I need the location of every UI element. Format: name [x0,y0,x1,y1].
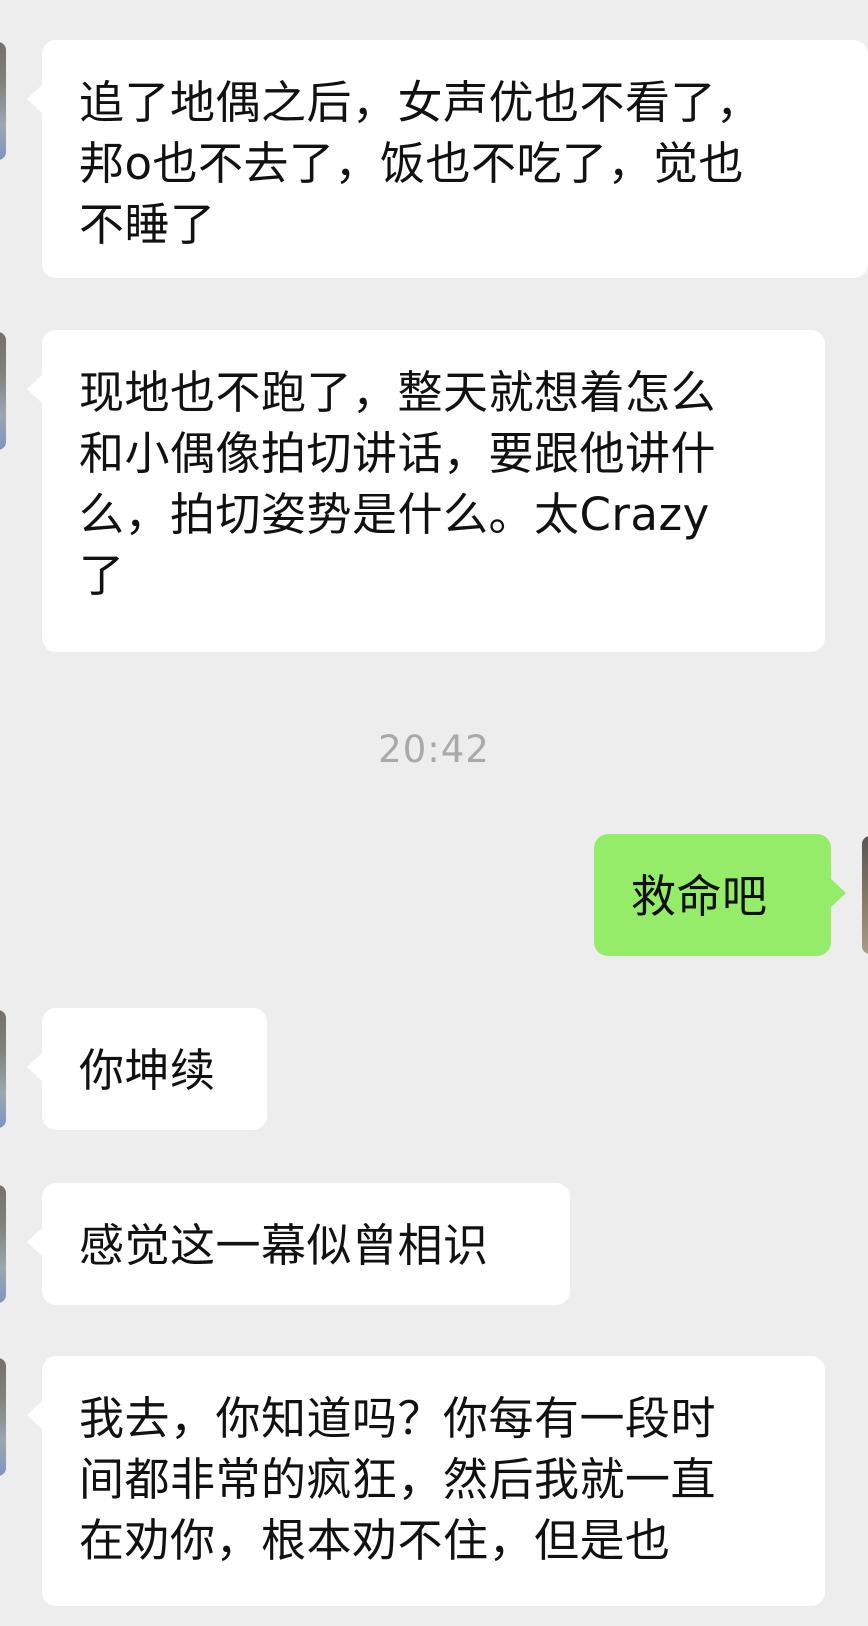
contact-avatar[interactable] [0,42,6,160]
self-avatar[interactable] [862,836,868,954]
contact-avatar[interactable] [0,1185,6,1303]
incoming-message-bubble[interactable]: 追了地偶之后，女声优也不看了， 邦o也不去了，饭也不吃了，觉也 不睡了 [27,40,868,278]
incoming-message-bubble[interactable]: 我去，你知道吗？你每有一段时 间都非常的疯狂，然后我就一直 在劝你，根本劝不住，… [27,1356,825,1606]
incoming-message-bubble[interactable]: 感觉这一幕似曾相识 [27,1183,570,1305]
message-text-line: 不睡了 [79,198,216,251]
message-text-line: 在劝你，根本劝不住，但是也 [79,1514,671,1567]
contact-avatar[interactable] [0,1010,6,1128]
message-text-line: 我去，你知道吗？你每有一段时 [79,1392,717,1445]
message-text-line: 追了地偶之后，女声优也不看了， [79,76,762,129]
message-text-line: 现地也不跑了，整天就想着怎么 [79,366,717,419]
message-text-line: 间都非常的疯狂，然后我就一直 [79,1453,717,1506]
message-text-line: 邦o也不去了，饭也不吃了，觉也 [79,137,745,190]
message-text-line: 了 [79,549,125,602]
contact-avatar[interactable] [0,1358,6,1476]
outgoing-message-bubble[interactable]: 救命吧 [594,834,846,956]
message-text-line: 你坤续 [79,1044,216,1097]
contact-avatar[interactable] [0,332,6,450]
chat-timestamp: 20:42 [378,728,490,771]
message-text-line: 么，拍切姿势是什么。太Crazy [79,488,710,541]
message-text-line: 感觉这一幕似曾相识 [79,1219,489,1272]
incoming-message-bubble[interactable]: 现地也不跑了，整天就想着怎么 和小偶像拍切讲话，要跟他讲什 么，拍切姿势是什么。… [27,330,825,652]
incoming-message-bubble[interactable]: 你坤续 [27,1008,267,1130]
message-text-line: 和小偶像拍切讲话，要跟他讲什 [79,427,717,480]
message-text-line: 救命吧 [631,870,768,923]
